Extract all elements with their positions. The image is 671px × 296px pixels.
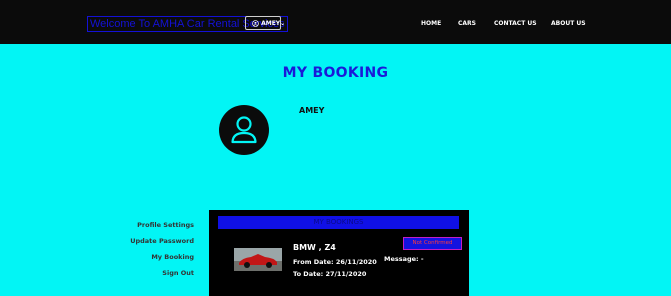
nav-home[interactable]: HOME — [421, 20, 441, 27]
bookings-heading: MY BOOKINGS — [218, 216, 459, 229]
nav-about-us[interactable]: ABOUT US — [551, 20, 586, 27]
user-menu-label: AMEY — [261, 20, 281, 27]
car-thumbnail — [234, 248, 282, 271]
booking-from-date: From Date: 26/11/2020 — [293, 258, 377, 266]
bookings-panel: MY BOOKINGS BMW , Z4 From Date: 26/11/20… — [209, 210, 469, 296]
sidebar-item-profile-settings[interactable]: Profile Settings — [137, 221, 194, 229]
profile-username: AMEY — [299, 106, 325, 115]
page-title: MY BOOKING — [282, 65, 389, 81]
booking-message: Message: - — [384, 255, 424, 263]
booking-car-name: BMW , Z4 — [293, 243, 336, 252]
booking-to-date: To Date: 27/11/2020 — [293, 270, 367, 278]
top-navbar: Welcome To AMHA Car Rental Services AMEY… — [0, 0, 671, 44]
chevron-down-icon: ⌄ — [280, 20, 286, 27]
sidebar-item-my-booking[interactable]: My Booking — [151, 253, 194, 261]
sidebar-item-update-password[interactable]: Update Password — [130, 237, 194, 245]
nav-cars[interactable]: CARS — [458, 20, 476, 27]
nav-contact-us[interactable]: CONTACT US — [494, 20, 537, 27]
user-circle-icon — [252, 20, 259, 27]
avatar-user-icon — [219, 105, 269, 155]
booking-status-badge: Not Confirmed — [403, 237, 462, 250]
user-menu-dropdown[interactable]: AMEY⌄ — [245, 16, 285, 30]
sidebar-item-sign-out[interactable]: Sign Out — [162, 269, 194, 277]
